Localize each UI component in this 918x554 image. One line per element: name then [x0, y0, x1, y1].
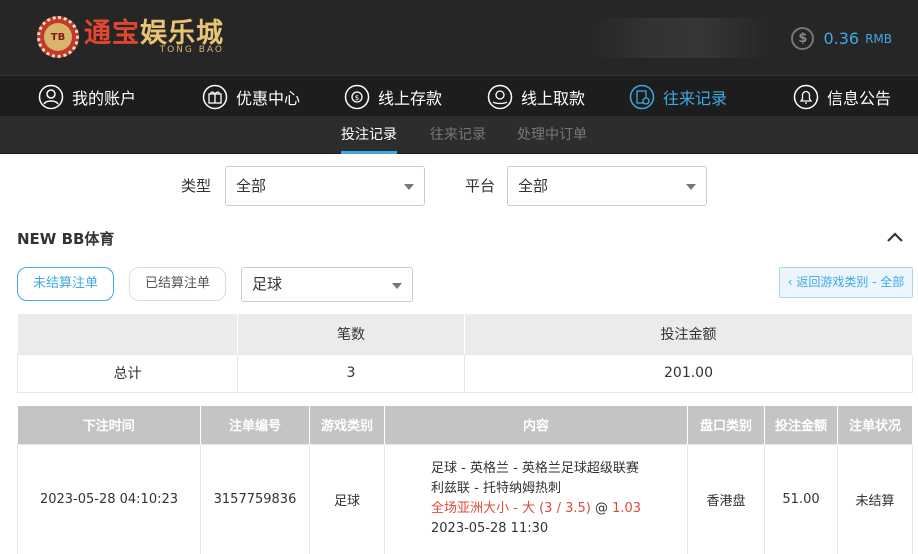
- table-row: 2023-05-28 04:10:23 3157759836 足球 足球 - 英…: [17, 443, 913, 554]
- bet-odds: 1.03: [612, 501, 642, 516]
- col-market: 盘口类别: [687, 406, 765, 444]
- nav-label: 线上存款: [378, 88, 443, 108]
- col-bet-id: 注单编号: [200, 406, 310, 444]
- nav-promotions[interactable]: 优惠中心: [202, 76, 300, 117]
- bet-amount: 51.00: [764, 443, 838, 554]
- nav-label: 优惠中心: [236, 88, 301, 108]
- tab-unsettled-bets[interactable]: 未结算注单: [17, 267, 114, 301]
- balance-display: $ 0.36 RMB: [791, 27, 892, 50]
- nav-withdraw[interactable]: 线上取款: [487, 76, 585, 117]
- bet-id: 3157759836: [200, 443, 310, 554]
- filter-bar: 类型 全部 平台 全部: [0, 166, 918, 206]
- blurred-area: [590, 18, 770, 58]
- col-game-type: 游戏类别: [309, 406, 385, 444]
- sport-select[interactable]: 足球: [241, 267, 413, 302]
- bet-time: 2023-05-28 04:10:23: [17, 443, 201, 554]
- type-label: 类型: [181, 177, 212, 195]
- bet-selection-line: 全场亚洲大小 - 大 (3 / 3.5) @ 1.03: [431, 499, 687, 519]
- balance-currency: RMB: [865, 31, 892, 46]
- logo-english: TONG BAO: [159, 45, 224, 55]
- top-header: TB 通宝娱乐城 TONG BAO $ 0.36 RMB: [0, 0, 918, 75]
- main-nav: 我的账户 优惠中心 $ 线上存款 线上取款 往来记录 信息公告: [0, 75, 918, 116]
- logo-badge: TB: [37, 16, 79, 58]
- summary-table: 笔数 投注金额 总计 3 201.00: [17, 314, 913, 393]
- platform-select[interactable]: 全部: [507, 166, 707, 206]
- nav-deposit[interactable]: $ 线上存款: [344, 76, 442, 117]
- nav-label: 线上取款: [521, 88, 586, 108]
- bet-league: 足球 - 英格兰 - 英格兰足球超级联赛: [431, 461, 639, 476]
- nav-label: 信息公告: [827, 88, 892, 108]
- summary-amount: 201.00: [464, 353, 913, 393]
- col-bet-time: 下注时间: [17, 406, 201, 444]
- platform-label: 平台: [465, 177, 496, 195]
- summary-header-count: 笔数: [237, 314, 465, 354]
- site-logo[interactable]: TB 通宝娱乐城 TONG BAO: [37, 16, 224, 58]
- nav-announcements[interactable]: 信息公告: [793, 76, 891, 117]
- summary-header-blank: [17, 314, 238, 354]
- records-icon: [629, 84, 655, 110]
- subtab-transactions[interactable]: 往来记录: [430, 116, 486, 154]
- logo-badge-text: TB: [44, 23, 72, 51]
- bet-at-symbol: @: [590, 501, 613, 516]
- balance-amount: 0.36: [823, 29, 860, 48]
- col-status: 注单状况: [837, 406, 913, 444]
- bet-match: 利兹联 - 托特纳姆热刺: [431, 481, 561, 496]
- deposit-icon: $: [344, 84, 370, 110]
- subtab-bet-records[interactable]: 投注记录: [341, 116, 397, 154]
- svg-text:$: $: [355, 94, 359, 102]
- bet-market: 香港盘: [687, 443, 765, 554]
- nav-my-account[interactable]: 我的账户: [38, 76, 136, 117]
- nav-label: 我的账户: [72, 88, 137, 108]
- bet-selection: 全场亚洲大小 - 大 (3 / 3.5): [431, 501, 591, 516]
- bet-match-time: 2023-05-28 11:30: [431, 521, 549, 536]
- type-select[interactable]: 全部: [225, 166, 425, 206]
- subtab-pending-orders[interactable]: 处理中订单: [517, 116, 587, 154]
- user-icon: [38, 84, 64, 110]
- chevron-down-icon: [404, 184, 414, 190]
- back-to-categories-button[interactable]: ‹ 返回游戏类别 - 全部: [779, 267, 913, 298]
- nav-records[interactable]: 往来记录: [629, 76, 727, 117]
- bell-icon: [793, 84, 819, 110]
- section-title: NEW BB体育: [17, 230, 115, 248]
- summary-label: 总计: [17, 353, 238, 393]
- col-content: 内容: [384, 406, 688, 444]
- chevron-down-icon: [686, 184, 696, 190]
- bet-game: 足球: [309, 443, 385, 554]
- sub-nav: 投注记录 往来记录 处理中订单: [0, 116, 918, 154]
- chevron-up-icon[interactable]: [886, 228, 904, 246]
- summary-count: 3: [237, 353, 465, 393]
- summary-header-amount: 投注金额: [464, 314, 913, 354]
- dollar-icon: $: [791, 27, 815, 50]
- chevron-down-icon: [392, 283, 402, 289]
- summary-row: 总计 3 201.00: [17, 353, 913, 393]
- bets-table: 下注时间 注单编号 游戏类别 内容 盘口类别 投注金额 注单状况 2023-05…: [17, 406, 913, 554]
- nav-label: 往来记录: [663, 88, 728, 108]
- col-amount: 投注金额: [764, 406, 838, 444]
- bet-status: 未结算: [837, 443, 913, 554]
- bet-content: 足球 - 英格兰 - 英格兰足球超级联赛 利兹联 - 托特纳姆热刺 全场亚洲大小…: [384, 443, 688, 554]
- gift-icon: [202, 84, 228, 110]
- withdraw-icon: [487, 84, 513, 110]
- tab-settled-bets[interactable]: 已结算注单: [129, 267, 226, 301]
